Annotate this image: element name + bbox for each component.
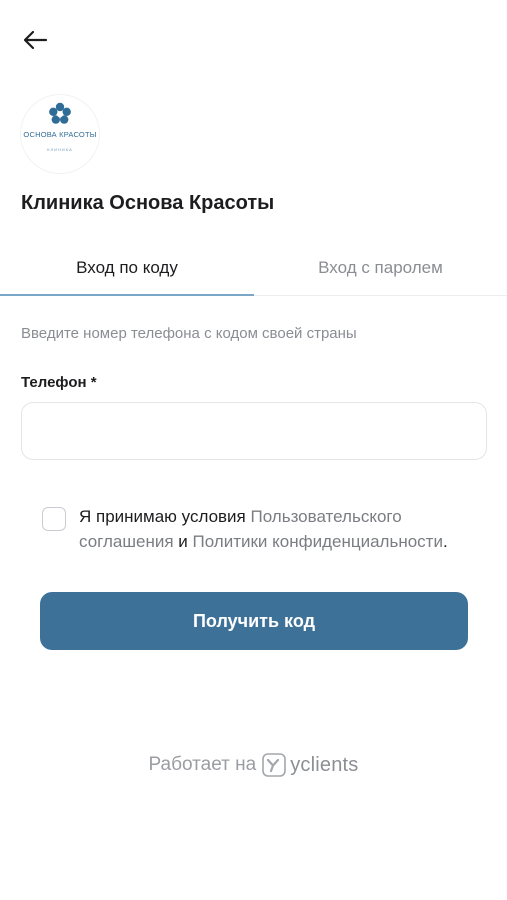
consent-text-middle: и	[173, 532, 193, 551]
consent-text: Я принимаю условия Пользовательского сог…	[79, 504, 469, 554]
login-tabs: Вход по коду Вход с паролем	[0, 240, 507, 296]
powered-by-text: Работает на	[148, 754, 257, 775]
page-title: Клиника Основа Красоты	[21, 192, 275, 214]
arrow-left-icon	[23, 30, 48, 50]
get-code-button[interactable]: Получить код	[40, 592, 468, 650]
phone-hint: Введите номер телефона с кодом своей стр…	[21, 325, 357, 342]
login-screen: ОСНОВА КРАСОТЫ КЛИНИКА Клиника Основа Кр…	[0, 0, 507, 900]
phone-label: Телефон *	[21, 374, 97, 391]
logo-name: ОСНОВА КРАСОТЫ	[23, 130, 97, 139]
yclients-logo-icon	[262, 753, 286, 777]
consent-text-start: Я принимаю условия	[79, 507, 251, 526]
privacy-policy-link[interactable]: Политики конфиденциальности	[192, 532, 442, 551]
consent-text-end: .	[442, 532, 448, 551]
tab-password-login[interactable]: Вход с паролем	[254, 240, 507, 295]
back-button[interactable]	[22, 24, 58, 56]
flower-icon	[49, 102, 71, 124]
tab-code-login[interactable]: Вход по коду	[0, 240, 254, 296]
phone-input[interactable]	[21, 402, 487, 460]
powered-by-footer: Работает на yclients	[0, 750, 507, 780]
clinic-logo: ОСНОВА КРАСОТЫ КЛИНИКА	[21, 95, 99, 173]
consent-checkbox[interactable]	[42, 507, 66, 531]
logo-subtitle: КЛИНИКА	[47, 147, 73, 152]
yclients-brand[interactable]: yclients	[290, 754, 358, 777]
